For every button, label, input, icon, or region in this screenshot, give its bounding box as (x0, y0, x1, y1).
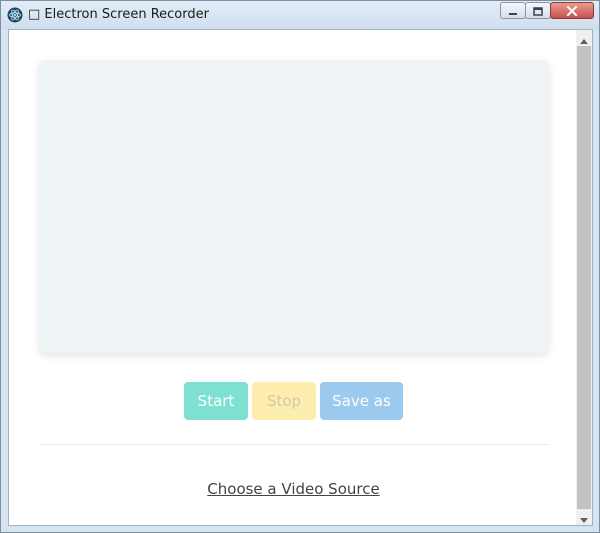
start-button[interactable]: Start (184, 382, 248, 420)
close-icon (566, 1, 578, 20)
maximize-button[interactable] (525, 2, 551, 19)
save-as-button[interactable]: Save as (320, 382, 403, 420)
video-preview (39, 60, 549, 353)
triangle-down-icon (580, 508, 588, 526)
stop-button[interactable]: Stop (252, 382, 316, 420)
electron-atom-icon (7, 7, 23, 23)
triangle-up-icon (580, 30, 588, 48)
window-title: □ Electron Screen Recorder (28, 7, 209, 22)
close-button[interactable] (550, 2, 594, 19)
app-content: Start Stop Save as Choose a Video Source (8, 29, 593, 526)
title-bar[interactable]: □ Electron Screen Recorder (1, 1, 599, 29)
maximize-icon (533, 1, 543, 20)
minimize-button[interactable] (500, 2, 526, 19)
vertical-scrollbar[interactable] (576, 30, 592, 525)
app-window: □ Electron Screen Recorder Start Stop Sa… (0, 0, 600, 533)
window-controls (500, 2, 594, 20)
scroll-up-button[interactable] (576, 30, 592, 46)
scroll-down-button[interactable] (576, 509, 592, 525)
recording-controls: Start Stop Save as (184, 382, 407, 420)
minimize-icon (508, 1, 518, 20)
divider (39, 444, 549, 445)
scrollbar-thumb[interactable] (577, 46, 591, 509)
choose-video-source-link[interactable]: Choose a Video Source (9, 480, 578, 498)
